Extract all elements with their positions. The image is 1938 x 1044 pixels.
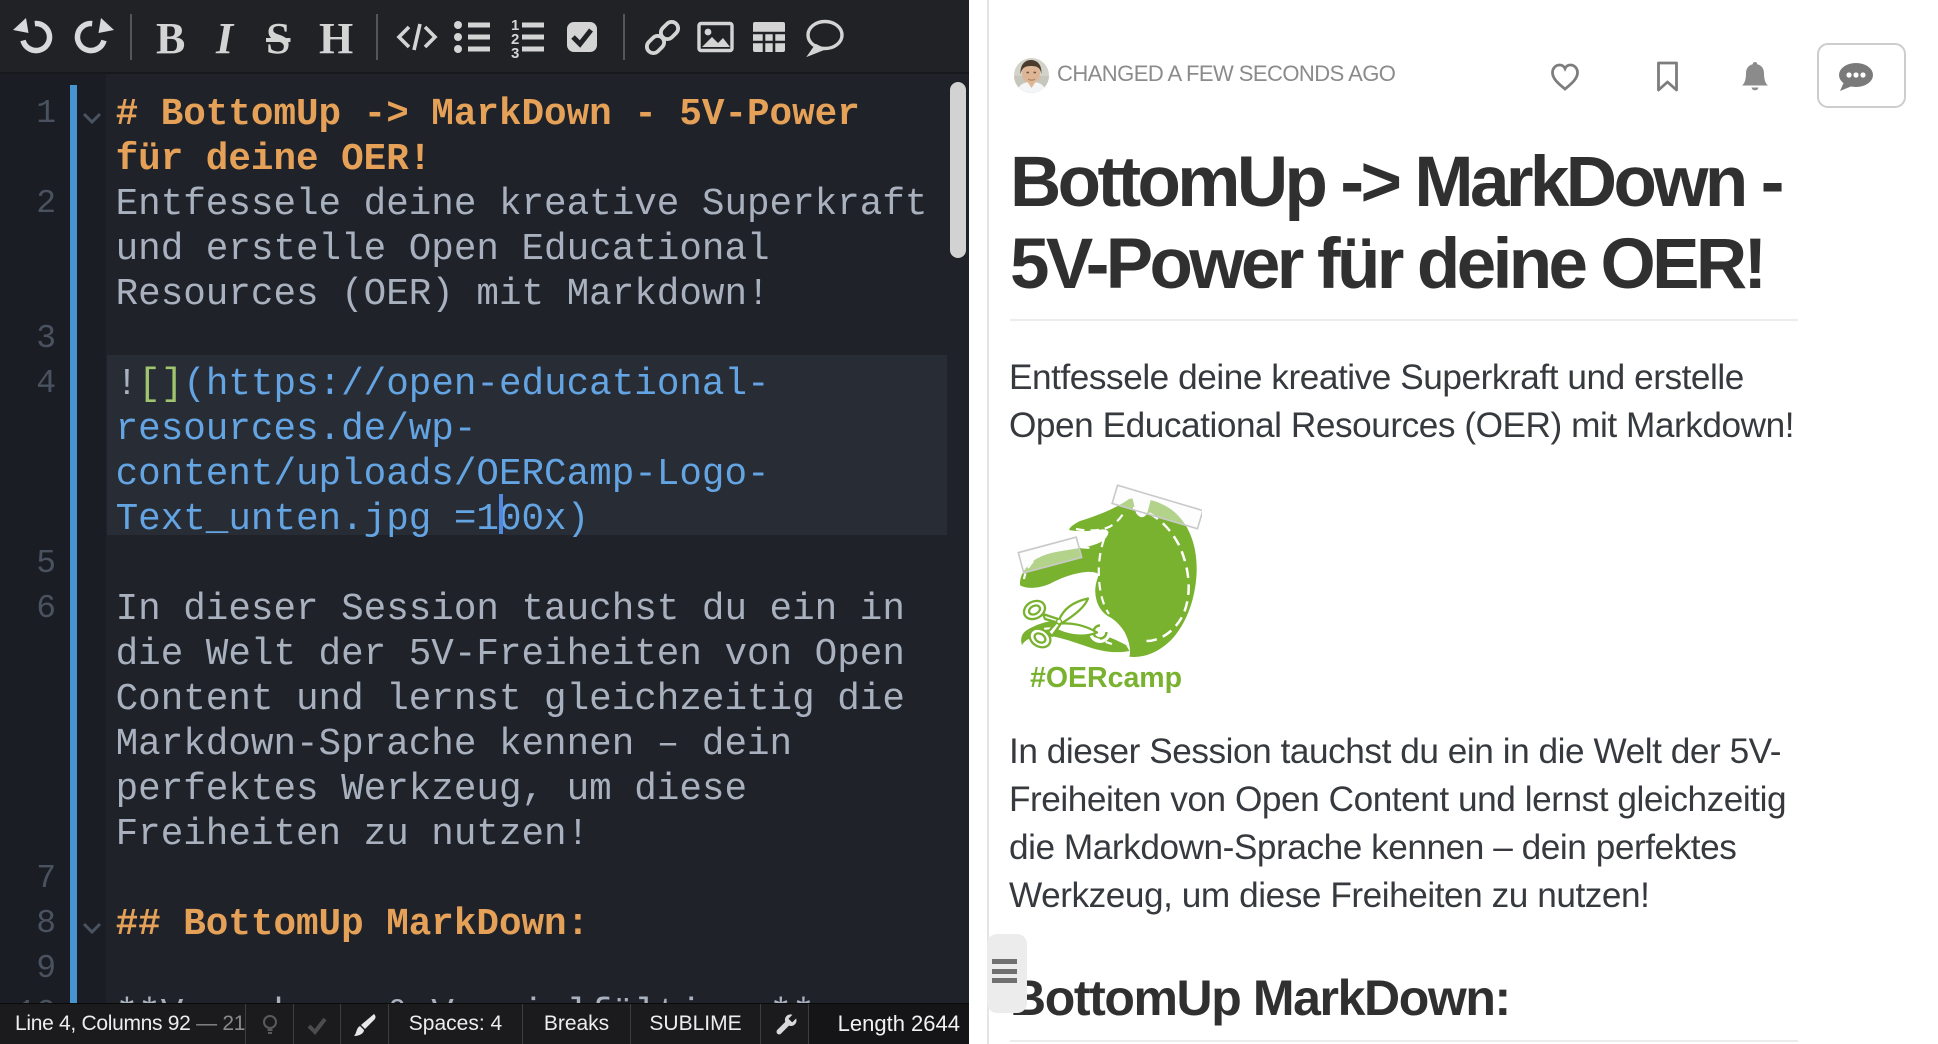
svg-text:3: 3 bbox=[511, 45, 519, 62]
svg-text:#OERcamp: #OERcamp bbox=[1030, 662, 1182, 694]
